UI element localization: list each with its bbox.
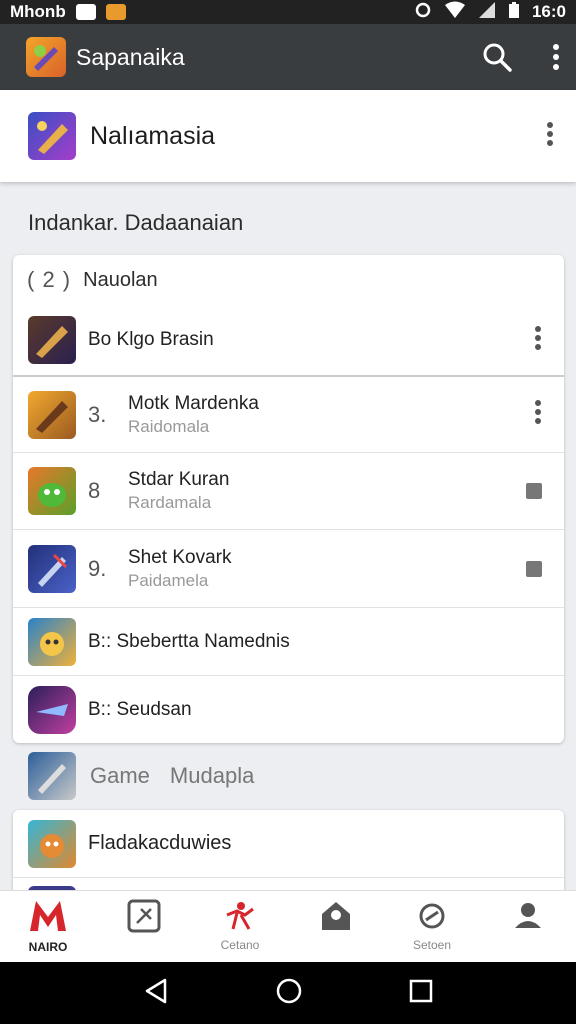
app-bar: Sapanaika <box>0 24 576 90</box>
stop-square-icon[interactable] <box>526 560 542 577</box>
list-item-title: Bo Klgo Brasin <box>88 329 214 350</box>
list-item-number: 9. <box>88 555 107 581</box>
app-list-card: ( 2 ) Nauolan Bo Klgo Brasin 3. Motk Mar… <box>13 255 564 743</box>
list-item-number: 8 <box>88 478 101 503</box>
compass-icon <box>417 901 447 936</box>
game-section-header[interactable]: Game Mudapla <box>28 752 254 800</box>
game-label: Game <box>90 763 150 788</box>
clock-label: 16:0 <box>531 2 566 21</box>
list-item-number: 3. <box>88 401 107 427</box>
list-item[interactable]: 3. Motk Mardenka Raidomala <box>13 375 564 452</box>
selected-app-card[interactable]: Nalıamasia <box>0 90 576 182</box>
more-vert-icon[interactable] <box>534 400 542 429</box>
back-icon[interactable] <box>143 978 169 1009</box>
app-icon <box>28 316 76 364</box>
list-item-title: B:: Sbebertta Namednis <box>88 630 290 652</box>
nav-item-puzzle[interactable] <box>99 891 189 963</box>
more-vert-icon[interactable] <box>546 121 554 151</box>
signal-icon <box>478 1 496 24</box>
list-item-title: Shet Kovark <box>128 546 232 568</box>
app-title: Sapanaika <box>76 43 185 70</box>
list-item-subtitle: Rardamala <box>128 493 212 512</box>
home-icon[interactable] <box>275 977 303 1010</box>
nav-label: Cetano <box>220 938 260 952</box>
notification-app-icon <box>75 4 96 20</box>
game-category-label: Mudapla <box>169 763 255 788</box>
app-icon <box>28 819 76 868</box>
more-vert-icon[interactable] <box>534 325 542 355</box>
puzzle-icon <box>127 899 161 938</box>
list-item[interactable]: 9. Shet Kovark Paidamela <box>13 529 564 607</box>
list-item-subtitle: Paidamela <box>128 570 209 590</box>
app-icon <box>28 685 76 734</box>
app-icon <box>28 390 76 439</box>
system-navigation-bar <box>0 962 576 1024</box>
nav-item-account[interactable] <box>483 891 573 963</box>
recents-icon[interactable] <box>409 979 433 1008</box>
carrier-label: Mhonb <box>10 2 66 21</box>
list-header: ( 2 ) Nauolan <box>13 255 564 305</box>
alarm-icon <box>414 1 432 24</box>
list-item-title: Stdar Kuran <box>128 469 230 490</box>
nav-item-activity[interactable]: Cetano <box>195 891 285 963</box>
nav-item-profile[interactable] <box>291 891 381 963</box>
list-header-label: Nauolan <box>83 268 158 291</box>
search-icon[interactable] <box>482 42 512 72</box>
list-item-title: Motk Mardenka <box>128 392 259 414</box>
wifi-icon <box>444 1 466 24</box>
logo-m-icon <box>28 899 68 938</box>
notification-game-icon <box>105 4 126 20</box>
app-icon <box>28 544 76 593</box>
list-item-title: B:: Seudsan <box>88 698 192 720</box>
profile-icon <box>320 900 352 937</box>
list-item[interactable]: B:: Sbebertta Namednis <box>13 607 564 675</box>
status-bar: Mhonb 16:0 <box>0 0 576 24</box>
app-icon <box>28 617 76 666</box>
list-item[interactable]: Bo Klgo Brasin <box>13 305 564 375</box>
app-logo-icon <box>26 37 66 77</box>
list-item[interactable]: B:: Seudsan <box>13 675 564 743</box>
list-item[interactable]: 8 Stdar Kuran Rardamala <box>13 452 564 529</box>
stop-square-icon[interactable] <box>526 483 542 499</box>
runner-icon <box>223 901 257 936</box>
list-item[interactable]: Fladakacduwies <box>13 810 564 878</box>
game-app-icon <box>28 752 76 800</box>
bottom-navigation: NAIRO Cetano Setoen <box>0 890 576 962</box>
app-icon <box>28 467 76 515</box>
more-vert-icon[interactable] <box>552 43 560 71</box>
section-title: Indankar. Dadaanaian <box>28 210 244 235</box>
selected-app-icon <box>28 112 76 160</box>
nav-label: Setoen <box>412 938 452 952</box>
list-count: ( 2 ) <box>27 267 72 292</box>
nav-item-explore[interactable]: Setoen <box>387 891 477 963</box>
battery-icon <box>508 1 520 24</box>
nav-label: NAIRO <box>28 940 68 954</box>
list-item-subtitle: Raidomala <box>128 416 210 436</box>
account-icon <box>512 900 544 937</box>
nav-item-home[interactable]: NAIRO <box>3 891 93 963</box>
selected-app-name: Nalıamasia <box>90 121 216 150</box>
list-item-title: Fladakacduwies <box>88 832 232 854</box>
